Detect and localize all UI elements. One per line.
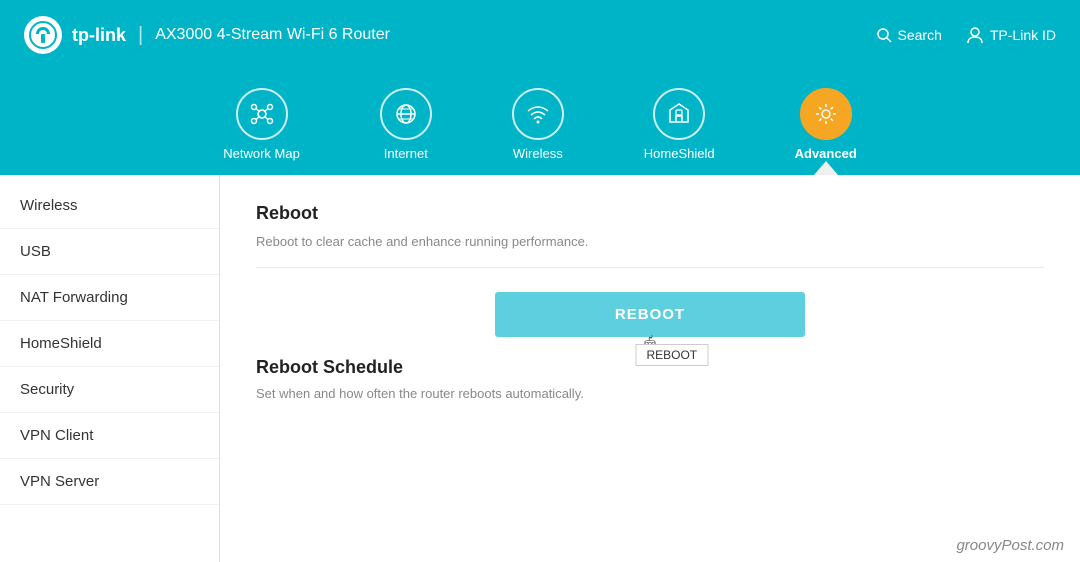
internet-icon-circle	[380, 88, 432, 140]
account-button[interactable]: TP-Link ID	[966, 26, 1056, 44]
nav-item-internet[interactable]: Internet	[340, 78, 472, 175]
wireless-icon-circle	[512, 88, 564, 140]
nav-item-advanced[interactable]: Advanced	[755, 78, 897, 175]
logo: tp-link	[24, 16, 126, 54]
device-model: AX3000 4-Stream Wi-Fi 6 Router	[155, 26, 390, 44]
reboot-button-area: REBOOT 🖱 REBOOT	[256, 292, 1044, 337]
account-icon	[966, 26, 984, 44]
nav-bar: Network Map Internet Wireless	[0, 70, 1080, 175]
logo-icon	[24, 16, 62, 54]
homeshield-icon	[666, 101, 692, 127]
nav-label-internet: Internet	[384, 146, 428, 161]
schedule-section-title: Reboot Schedule	[256, 357, 1044, 378]
sidebar-item-homeshield[interactable]: HomeShield	[0, 321, 219, 367]
nav-label-advanced: Advanced	[795, 146, 857, 161]
header: tp-link | AX3000 4-Stream Wi-Fi 6 Router…	[0, 0, 1080, 70]
cursor-icon: 🖱	[644, 334, 656, 357]
watermark: groovyPost.com	[956, 537, 1064, 554]
main-layout: Wireless USB NAT Forwarding HomeShield S…	[0, 175, 1080, 562]
nav-label-wireless: Wireless	[513, 146, 563, 161]
sidebar: Wireless USB NAT Forwarding HomeShield S…	[0, 175, 220, 562]
reboot-section-desc: Reboot to clear cache and enhance runnin…	[256, 234, 1044, 268]
nav-item-homeshield[interactable]: HomeShield	[604, 78, 755, 175]
network-map-icon-circle	[236, 88, 288, 140]
nav-item-wireless[interactable]: Wireless	[472, 78, 604, 175]
reboot-section-title: Reboot	[256, 203, 1044, 224]
advanced-icon-circle	[800, 88, 852, 140]
nav-item-network-map[interactable]: Network Map	[183, 78, 340, 175]
brand-name: tp-link	[72, 25, 126, 46]
homeshield-icon-circle	[653, 88, 705, 140]
internet-icon	[393, 101, 419, 127]
network-map-icon	[249, 101, 275, 127]
content-area: Reboot Reboot to clear cache and enhance…	[220, 175, 1080, 562]
search-button[interactable]: Search	[876, 27, 942, 43]
header-actions: Search TP-Link ID	[876, 26, 1056, 44]
sidebar-item-security[interactable]: Security	[0, 367, 219, 413]
sidebar-item-wireless[interactable]: Wireless	[0, 183, 219, 229]
sidebar-item-usb[interactable]: USB	[0, 229, 219, 275]
wireless-icon	[525, 101, 551, 127]
sidebar-item-vpn-client[interactable]: VPN Client	[0, 413, 219, 459]
header-divider: |	[138, 24, 143, 47]
reboot-button[interactable]: REBOOT	[495, 292, 805, 337]
schedule-section-desc: Set when and how often the router reboot…	[256, 386, 1044, 401]
sidebar-item-nat-forwarding[interactable]: NAT Forwarding	[0, 275, 219, 321]
sidebar-item-vpn-server[interactable]: VPN Server	[0, 459, 219, 505]
account-label: TP-Link ID	[990, 27, 1056, 43]
search-label: Search	[898, 27, 942, 43]
advanced-icon	[813, 101, 839, 127]
nav-label-homeshield: HomeShield	[644, 146, 715, 161]
nav-label-network-map: Network Map	[223, 146, 300, 161]
search-icon	[876, 27, 892, 43]
